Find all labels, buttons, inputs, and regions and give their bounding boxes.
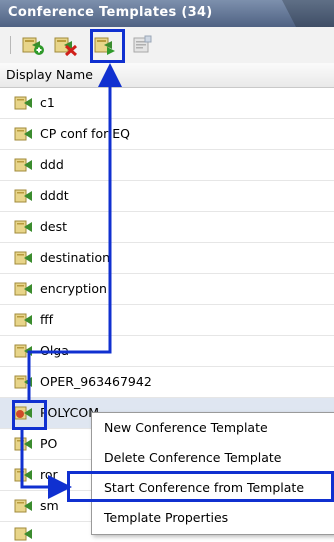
table-row[interactable]: ddd: [0, 150, 334, 181]
panel-title: Conference Templates (34): [8, 5, 213, 20]
table-row[interactable]: encryption: [0, 274, 334, 305]
add-template-icon: [22, 37, 44, 55]
template-icon: [14, 96, 32, 110]
row-label: OPER_963467942: [40, 374, 152, 389]
table-row[interactable]: Olga: [0, 336, 334, 367]
add-template-button[interactable]: [20, 33, 46, 57]
table-row[interactable]: CP conf for EQ: [0, 119, 334, 150]
row-label: c1: [40, 95, 55, 110]
template-icon: [14, 313, 32, 327]
row-label: ror: [40, 467, 58, 482]
highlight-menu-start-conference: [67, 471, 334, 502]
row-label: encryption: [40, 281, 107, 296]
column-header-display-name[interactable]: Display Name: [0, 63, 334, 88]
menu-item-new-template[interactable]: New Conference Template: [92, 413, 334, 443]
menu-item-label: Delete Conference Template: [104, 450, 282, 465]
toolbar: [0, 27, 334, 64]
template-icon: [14, 499, 32, 513]
row-label: destination: [40, 250, 111, 265]
menu-item-delete-template[interactable]: Delete Conference Template: [92, 443, 334, 473]
delete-template-icon: [54, 37, 78, 57]
template-properties-icon: [133, 35, 152, 53]
template-icon: [14, 251, 32, 265]
template-icon: [14, 158, 32, 172]
table-row[interactable]: c1: [0, 88, 334, 119]
menu-item-label: Template Properties: [104, 510, 229, 525]
menu-item-label: New Conference Template: [104, 420, 268, 435]
template-icon: [14, 127, 32, 141]
row-label: dest: [40, 219, 68, 234]
template-properties-button[interactable]: [130, 33, 156, 57]
table-row[interactable]: destination: [0, 243, 334, 274]
template-icon: [14, 189, 32, 203]
row-label: CP conf for EQ: [40, 126, 130, 141]
template-icon: [14, 437, 32, 451]
template-icon: [14, 282, 32, 296]
template-icon: [14, 220, 32, 234]
row-label: fff: [40, 312, 54, 327]
table-row[interactable]: dddt: [0, 181, 334, 212]
table-row[interactable]: dest: [0, 212, 334, 243]
template-icon: [14, 344, 32, 358]
row-label: dddt: [40, 188, 69, 203]
highlight-selected-row-icon: [12, 400, 47, 430]
row-label: PO: [40, 436, 58, 451]
template-icon: [14, 468, 32, 482]
template-icon: [14, 527, 32, 541]
menu-item-template-properties[interactable]: Template Properties: [92, 503, 334, 533]
table-row[interactable]: OPER_963467942: [0, 367, 334, 398]
row-label: ddd: [40, 157, 64, 172]
table-row[interactable]: fff: [0, 305, 334, 336]
panel-titlebar: Conference Templates (34): [0, 0, 334, 27]
column-header-label: Display Name: [6, 67, 93, 82]
row-label: sm: [40, 498, 59, 513]
toolbar-separator: [10, 36, 11, 54]
highlight-toolbar-start-button: [90, 29, 125, 63]
row-label: Olga: [40, 343, 69, 358]
template-icon: [14, 375, 32, 389]
delete-template-button[interactable]: [52, 33, 78, 57]
